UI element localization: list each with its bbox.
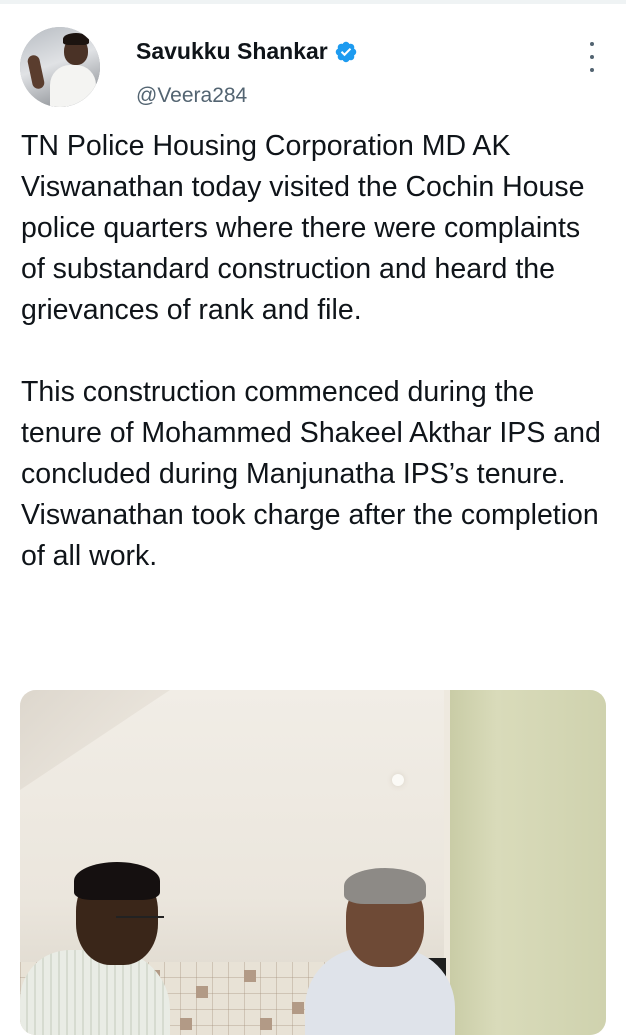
ceiling-light: [392, 774, 404, 786]
tweet-photo[interactable]: [20, 690, 606, 1035]
avatar[interactable]: [20, 27, 100, 107]
verified-badge-icon: [334, 40, 358, 64]
tweet-paragraph: This construction commenced during the t…: [21, 376, 601, 572]
author-row: Savukku Shankar: [136, 38, 358, 65]
tweet-paragraph: TN Police Housing Corporation MD AK Visw…: [21, 130, 585, 326]
author-name[interactable]: Savukku Shankar: [136, 38, 328, 65]
person-left: [20, 950, 170, 1035]
tweet-text: TN Police Housing Corporation MD AK Visw…: [21, 126, 611, 577]
more-vertical-icon[interactable]: [580, 40, 604, 74]
top-divider: [0, 0, 626, 4]
author-handle[interactable]: @Veera284: [136, 84, 247, 108]
